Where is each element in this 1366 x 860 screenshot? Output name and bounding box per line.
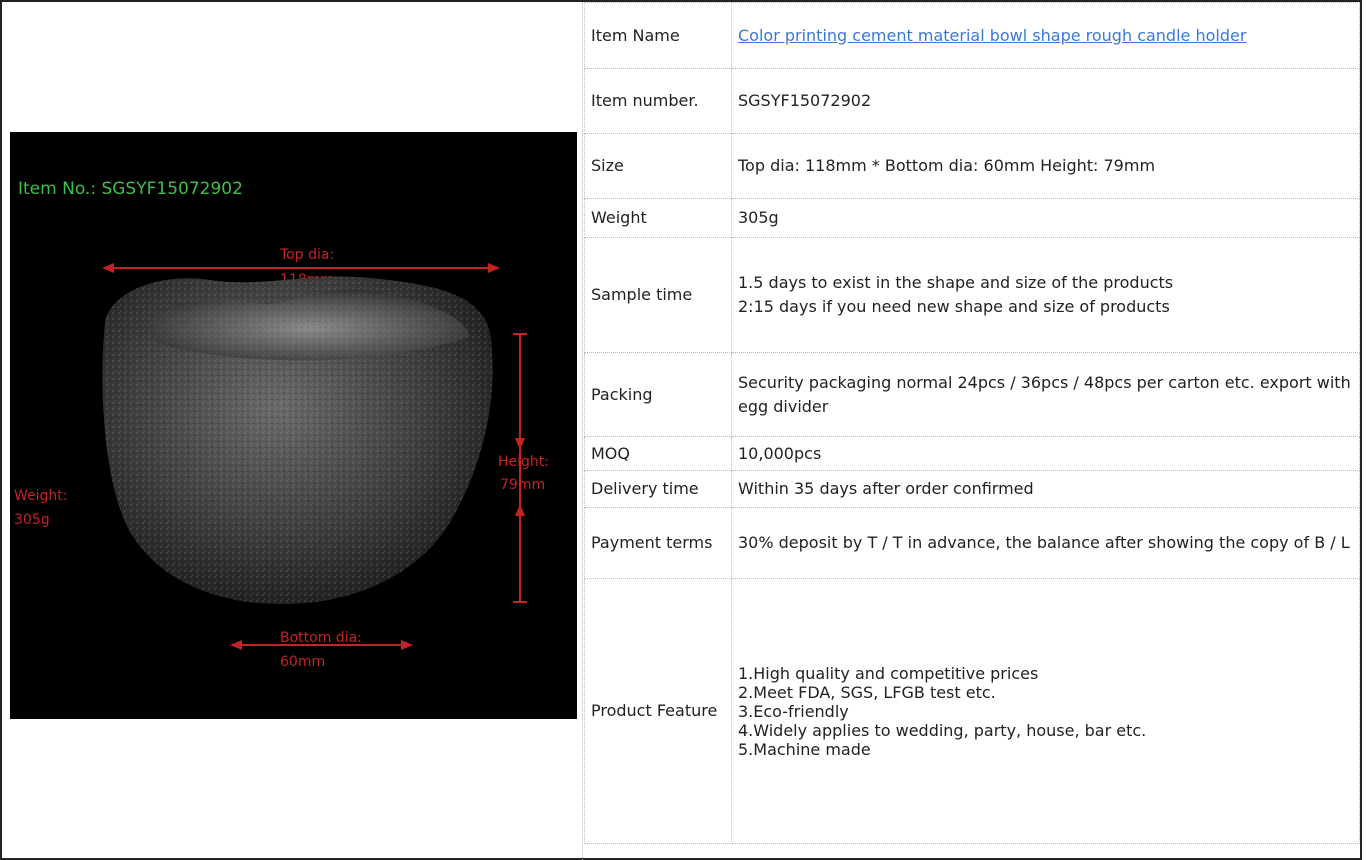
payment-key: Payment terms <box>584 507 732 579</box>
item-number-key: Item number. <box>584 68 732 134</box>
row-moq: MOQ 10,000pcs <box>584 436 1360 471</box>
height-label: Height: <box>498 454 549 470</box>
bottom-dia-value: 60mm <box>280 654 325 670</box>
feature-line: 2.Meet FDA, SGS, LFGB test etc. <box>738 682 996 702</box>
item-no-label: Item No.: SGSYF15072902 <box>18 179 243 199</box>
payment-value: 30% deposit by T / T in advance, the bal… <box>731 507 1360 579</box>
feature-line: 3.Eco-friendly <box>738 701 849 721</box>
row-product-feature: Product Feature 1.High quality and compe… <box>584 578 1360 844</box>
product-image: Item No.: SGSYF15072902 Top dia: 118mm <box>10 132 577 719</box>
row-sample-time: Sample time 1.5 days to exist in the sha… <box>584 237 1360 353</box>
row-weight: Weight 305g <box>584 198 1360 238</box>
item-name-key: Item Name <box>584 2 732 69</box>
bottom-dia-label: Bottom dia: <box>280 630 362 646</box>
height-value: 79mm <box>500 477 545 493</box>
item-number-value: SGSYF15072902 <box>731 68 1360 134</box>
feature-line: 1.High quality and competitive prices <box>738 663 1039 683</box>
moq-value: 10,000pcs <box>731 436 1360 471</box>
row-item-number: Item number. SGSYF15072902 <box>584 68 1360 134</box>
sample-time-key: Sample time <box>584 237 732 353</box>
row-size: Size Top dia: 118mm * Bottom dia: 60mm H… <box>584 133 1360 199</box>
weight-label: Weight: <box>14 488 68 504</box>
sample-time-line: 2:15 days if you need new shape and size… <box>738 297 1170 316</box>
row-payment-terms: Payment terms 30% deposit by T / T in ad… <box>584 507 1360 579</box>
size-value: Top dia: 118mm * Bottom dia: 60mm Height… <box>731 133 1360 199</box>
row-packing: Packing Security packaging normal 24pcs … <box>584 352 1360 437</box>
sample-time-line: 1.5 days to exist in the shape and size … <box>738 273 1174 292</box>
packing-key: Packing <box>584 352 732 437</box>
row-item-name: Item Name Color printing cement material… <box>584 2 1360 69</box>
delivery-key: Delivery time <box>584 470 732 508</box>
moq-key: MOQ <box>584 436 732 471</box>
row-delivery-time: Delivery time Within 35 days after order… <box>584 470 1360 508</box>
feature-value: 1.High quality and competitive prices 2.… <box>731 578 1360 844</box>
feature-key: Product Feature <box>584 578 732 844</box>
weight-value: 305g <box>731 198 1360 238</box>
feature-line: 4.Widely applies to wedding, party, hous… <box>738 720 1147 740</box>
weight-key: Weight <box>584 198 732 238</box>
item-name-link[interactable]: Color printing cement material bowl shap… <box>738 26 1246 45</box>
sample-time-value: 1.5 days to exist in the shape and size … <box>731 237 1360 353</box>
delivery-value: Within 35 days after order confirmed <box>731 470 1360 508</box>
weight-value: 305g <box>14 512 50 528</box>
size-key: Size <box>584 133 732 199</box>
spec-table: Item Name Color printing cement material… <box>584 2 1360 844</box>
top-dia-label: Top dia: <box>279 247 334 263</box>
item-name-cell: Color printing cement material bowl shap… <box>731 2 1360 69</box>
bowl-illustration <box>102 276 493 605</box>
packing-value: Security packaging normal 24pcs / 36pcs … <box>731 352 1360 437</box>
image-cell: Item No.: SGSYF15072902 Top dia: 118mm <box>2 2 583 860</box>
feature-line: 5.Machine made <box>738 739 871 759</box>
